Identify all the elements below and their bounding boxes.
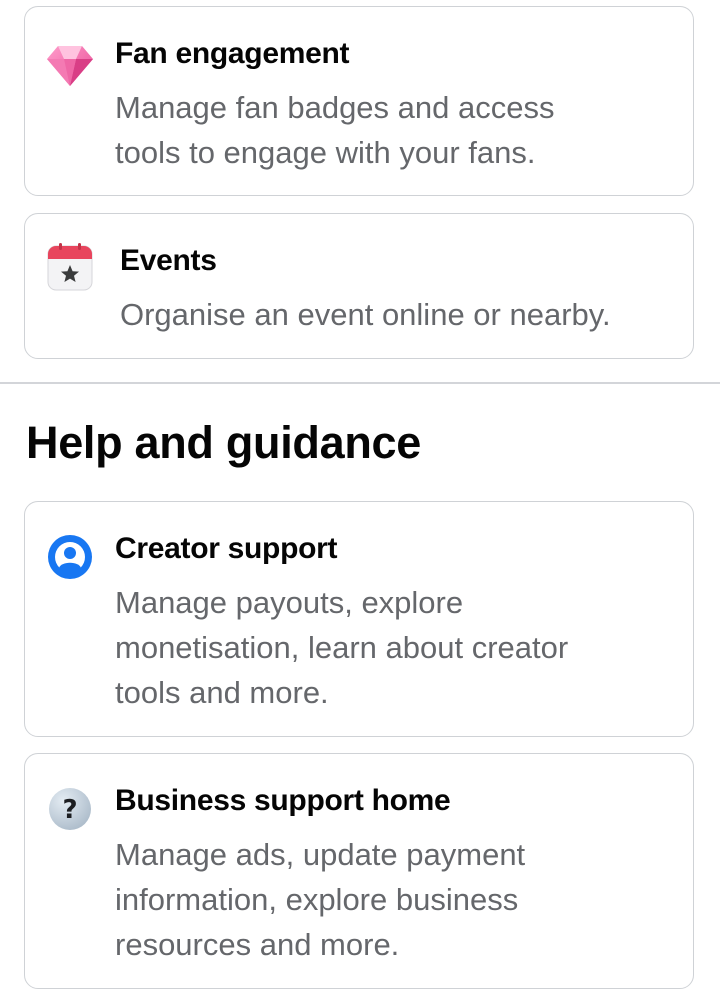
- section-title: Help and guidance: [26, 417, 421, 468]
- business-support-card[interactable]: ? Business support home Manage ads, upda…: [24, 753, 694, 989]
- card-title: Business support home: [115, 784, 451, 817]
- card-description: Manage payouts, explore monetisation, le…: [115, 585, 569, 710]
- creator-support-icon: [45, 532, 95, 582]
- diamond-icon: [45, 41, 95, 91]
- card-description: Organise an event online or nearby.: [120, 297, 611, 332]
- card-description: Manage ads, update payment information, …: [115, 837, 526, 962]
- card-title: Events: [120, 244, 217, 277]
- svg-text:?: ?: [62, 795, 77, 825]
- card-description: Manage fan badges and access tools to en…: [115, 90, 555, 170]
- events-card[interactable]: Events Organise an event online or nearb…: [24, 213, 694, 359]
- question-icon: ?: [45, 784, 95, 834]
- creator-support-card[interactable]: Creator support Manage payouts, explore …: [24, 501, 694, 737]
- calendar-star-icon: [45, 242, 95, 292]
- section-divider: [0, 382, 720, 384]
- card-title: Fan engagement: [115, 37, 350, 70]
- fan-engagement-card[interactable]: Fan engagement Manage fan badges and acc…: [24, 6, 694, 196]
- card-title: Creator support: [115, 532, 338, 565]
